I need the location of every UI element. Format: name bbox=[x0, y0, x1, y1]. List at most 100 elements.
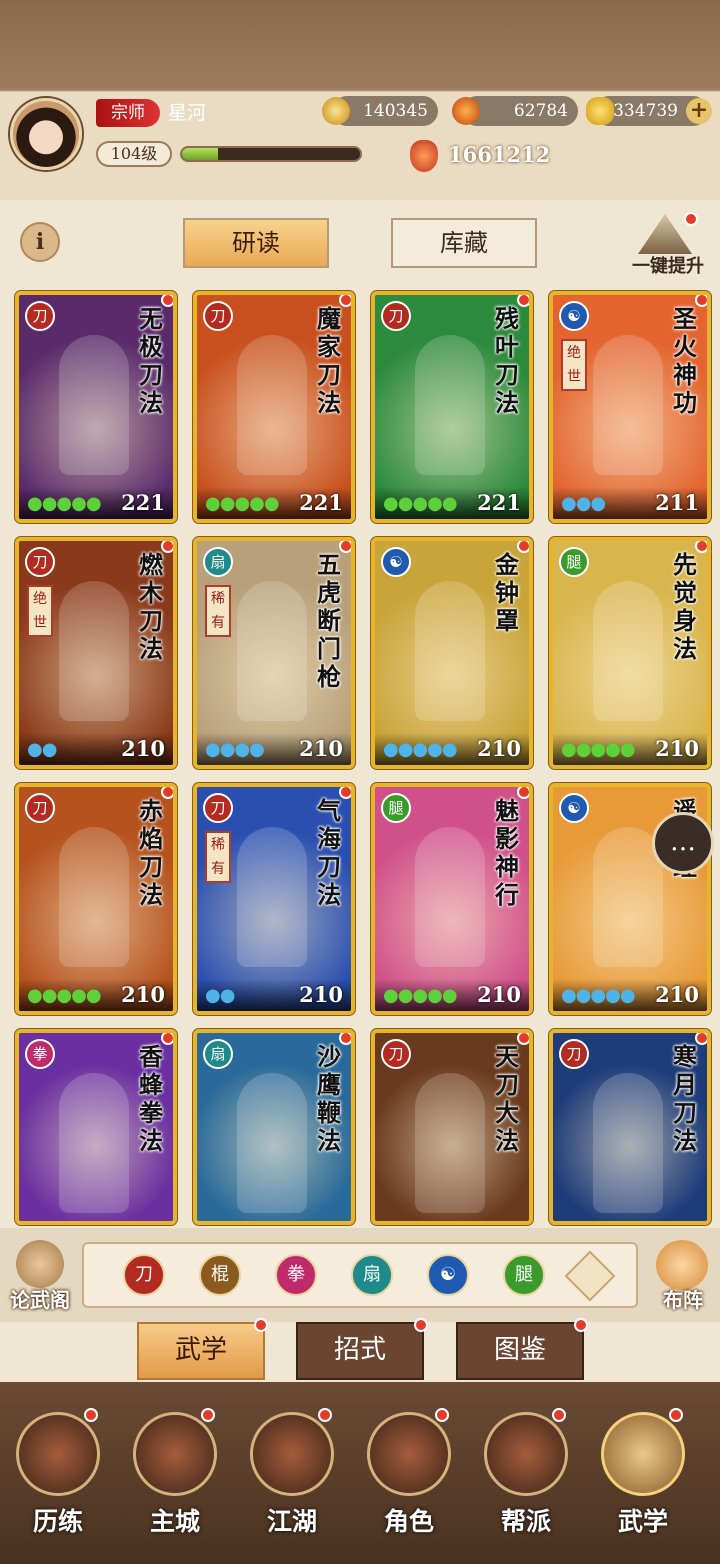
star-drops: ●●●●● bbox=[27, 985, 102, 1006]
fan-filter-icon[interactable]: 扇 bbox=[351, 1254, 393, 1296]
notification-dot bbox=[201, 1408, 215, 1422]
martial-art-card[interactable]: 腿 魅影神行 ●●●●● 210 bbox=[371, 783, 533, 1015]
martial-art-card[interactable]: 腿 先觉身法 ●●●●● 210 bbox=[549, 537, 711, 769]
martial-art-card[interactable]: 扇 沙鹰鞭法 bbox=[193, 1029, 355, 1225]
exp-fill bbox=[182, 148, 218, 160]
martial-art-card[interactable]: ☯ 金钟罩 ●●●●● 210 bbox=[371, 537, 533, 769]
nav-item[interactable]: 江湖 bbox=[236, 1400, 348, 1550]
nav-item[interactable]: 帮派 bbox=[470, 1400, 582, 1550]
blade-element-icon: 刀 bbox=[25, 301, 55, 331]
taiji-filter-icon[interactable]: ☯ bbox=[427, 1254, 469, 1296]
martial-art-card[interactable]: 拳 香蜂拳法 bbox=[15, 1029, 177, 1225]
tab-research[interactable]: 研读 bbox=[183, 218, 329, 268]
card-title: 金钟罩 bbox=[495, 550, 519, 635]
notification-dot bbox=[684, 212, 698, 226]
martial-art-card[interactable]: 刀绝世 燃木刀法 ●● 210 bbox=[15, 537, 177, 769]
rarity-tag: 绝世 bbox=[27, 585, 53, 637]
fist-element-icon: 拳 bbox=[25, 1039, 55, 1069]
one-click-upgrade-button[interactable]: 一键提升 bbox=[622, 212, 714, 277]
star-drops: ●●●●● bbox=[205, 493, 280, 514]
star-drops: ●●●●● bbox=[561, 985, 636, 1006]
nav-item[interactable]: 历练 bbox=[2, 1400, 114, 1550]
lunwu-pavilion-button[interactable]: 论武阁 bbox=[4, 1240, 76, 1314]
gold-ingot-icon bbox=[586, 97, 614, 125]
star-drops: ●●●●● bbox=[383, 739, 458, 760]
martial-art-card[interactable]: 刀 寒月刀法 bbox=[549, 1029, 711, 1225]
tab-moves[interactable]: 招式 bbox=[296, 1322, 424, 1380]
formation-button[interactable]: 布阵 bbox=[648, 1240, 718, 1314]
nav-label: 历练 bbox=[32, 1507, 83, 1536]
nav-label: 帮派 bbox=[500, 1507, 551, 1536]
tab-atlas[interactable]: 图鉴 bbox=[456, 1322, 584, 1380]
guild-icon bbox=[484, 1412, 568, 1496]
card-title: 魅影神行 bbox=[495, 796, 519, 909]
card-level: 210 bbox=[121, 736, 165, 761]
rarity-tag: 稀有 bbox=[205, 585, 231, 637]
notification-dot bbox=[517, 541, 529, 553]
currency-gold-value: 334739 bbox=[613, 101, 678, 121]
city-icon bbox=[133, 1412, 217, 1496]
nav-item[interactable]: 武学 bbox=[587, 1400, 699, 1550]
martial-art-card[interactable]: 刀 魔家刀法 ●●●●● 221 bbox=[193, 291, 355, 523]
nav-label: 角色 bbox=[383, 1507, 434, 1536]
notification-dot bbox=[161, 295, 173, 307]
martial-art-card[interactable]: 扇稀有 五虎断门枪 ●●●● 210 bbox=[193, 537, 355, 769]
character-art bbox=[415, 335, 485, 475]
martial-art-card[interactable]: 刀 天刀大法 bbox=[371, 1029, 533, 1225]
player-name: 星河 bbox=[168, 102, 207, 124]
character-art bbox=[59, 581, 129, 721]
card-title: 五虎断门枪 bbox=[317, 550, 341, 691]
notification-dot bbox=[254, 1318, 268, 1332]
blade-filter-icon[interactable]: 刀 bbox=[123, 1254, 165, 1296]
tab-martial-arts[interactable]: 武学 bbox=[137, 1322, 265, 1380]
nav-item[interactable]: 角色 bbox=[353, 1400, 465, 1550]
pavilion-icon bbox=[16, 1240, 64, 1288]
star-drops: ●●●●● bbox=[561, 739, 636, 760]
info-button[interactable]: i bbox=[20, 222, 60, 262]
card-title: 先觉身法 bbox=[673, 550, 697, 663]
card-title: 残叶刀法 bbox=[495, 304, 519, 417]
martial-art-card[interactable]: ☯ 绝世 圣火神功 ●●● 211 bbox=[549, 291, 711, 523]
notification-dot bbox=[339, 295, 351, 307]
level-label: 104级 bbox=[96, 141, 172, 167]
character-art bbox=[593, 335, 663, 475]
coin-icon bbox=[322, 97, 350, 125]
notification-dot bbox=[435, 1408, 449, 1422]
notification-dot bbox=[695, 541, 707, 553]
character-art bbox=[59, 1073, 129, 1213]
martial-art-card[interactable]: 刀 残叶刀法 ●●●●● 221 bbox=[371, 291, 533, 523]
staff-filter-icon[interactable]: 棍 bbox=[199, 1254, 241, 1296]
card-title: 香蜂拳法 bbox=[139, 1042, 163, 1155]
notification-dot bbox=[339, 787, 351, 799]
card-title: 气海刀法 bbox=[317, 796, 341, 909]
martial-art-card[interactable]: 刀稀有 气海刀法 ●● 210 bbox=[193, 783, 355, 1015]
martial-art-card[interactable]: 刀 赤焰刀法 ●●●●● 210 bbox=[15, 783, 177, 1015]
notification-dot bbox=[161, 1033, 173, 1045]
martial-arts-icon bbox=[601, 1412, 685, 1496]
tab-library[interactable]: 库藏 bbox=[391, 218, 537, 268]
kick-element-icon: 腿 bbox=[559, 547, 589, 577]
notification-dot bbox=[339, 1033, 351, 1045]
chat-bubble-icon[interactable]: … bbox=[652, 812, 714, 874]
kick-filter-icon[interactable]: 腿 bbox=[503, 1254, 545, 1296]
character-icon bbox=[367, 1412, 451, 1496]
card-level: 210 bbox=[477, 982, 521, 1007]
blade-element-icon: 刀 bbox=[203, 301, 233, 331]
star-drops: ●● bbox=[27, 739, 57, 760]
add-currency-button[interactable]: + bbox=[686, 98, 712, 124]
power-value: 1661212 bbox=[448, 142, 551, 167]
lunwu-label: 论武阁 bbox=[10, 1288, 70, 1312]
formation-label: 布阵 bbox=[663, 1288, 703, 1312]
notification-dot bbox=[517, 787, 529, 799]
card-level: 221 bbox=[121, 490, 165, 515]
nav-item[interactable]: 主城 bbox=[119, 1400, 231, 1550]
star-drops: ●●●●● bbox=[383, 493, 458, 514]
fan-element-icon: 扇 bbox=[203, 1039, 233, 1069]
martial-art-card[interactable]: 刀 无极刀法 ●●●●● 221 bbox=[15, 291, 177, 523]
notification-dot bbox=[669, 1408, 683, 1422]
fist-filter-icon[interactable]: 拳 bbox=[275, 1254, 317, 1296]
player-avatar[interactable] bbox=[10, 98, 82, 170]
currency-coin-value: 140345 bbox=[363, 101, 428, 121]
rank-badge: 宗师 bbox=[96, 99, 160, 127]
star-drops: ●●●●● bbox=[27, 493, 102, 514]
